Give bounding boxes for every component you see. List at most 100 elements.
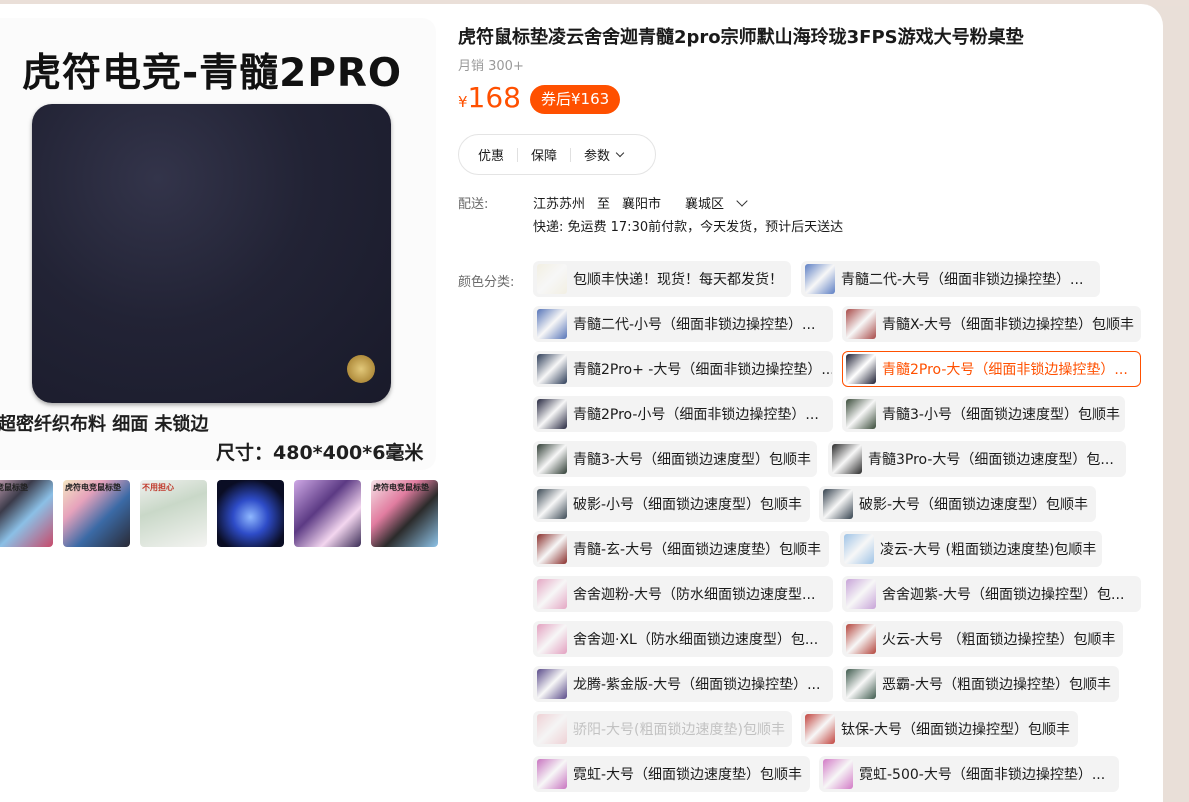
- color-option[interactable]: 青髓3Pro-大号（细面锁边速度型）包...: [828, 441, 1126, 477]
- option-swatch-image: [846, 354, 876, 384]
- color-option[interactable]: 钛保-大号（细面锁边操控型）包顺丰: [801, 711, 1078, 747]
- option-label: 破影-小号（细面锁边速度型）包顺丰: [573, 497, 803, 513]
- option-swatch-image: [537, 579, 567, 609]
- option-label: 破影-大号（细面锁边速度型）包顺丰: [859, 497, 1089, 513]
- color-category-label: 颜色分类:: [458, 275, 515, 290]
- option-swatch-image: [537, 534, 567, 564]
- tab-params[interactable]: 参数: [584, 145, 625, 164]
- monthly-sales: 月销 300+: [458, 59, 524, 74]
- option-label: 龙腾-紫金版-大号（细面锁边操控垫）...: [573, 677, 821, 693]
- tab-discount[interactable]: 优惠: [478, 145, 504, 164]
- option-label: 凌云-大号 (粗面锁边速度垫)包顺丰: [880, 542, 1097, 558]
- ship-to-word: 至: [597, 197, 611, 212]
- option-label: 青髓二代-大号（细面非锁边操控垫）...: [841, 272, 1084, 288]
- option-swatch-image: [846, 399, 876, 429]
- option-label: 钛保-大号（细面锁边操控型）包顺丰: [841, 722, 1071, 738]
- thumbnail-strip: 电竞鼠标垫 虎符电竞鼠标垫 不用担心 虎符电竞鼠标垫: [0, 480, 438, 547]
- option-swatch-image: [846, 624, 876, 654]
- color-option[interactable]: 青髓二代-小号（细面非锁边操控垫）...: [533, 306, 833, 342]
- coupon-price-badge[interactable]: 券后¥163: [530, 85, 621, 114]
- color-option[interactable]: 舍舍迦粉-大号（防水细面锁边速度型...: [533, 576, 833, 612]
- shipping-label: 配送:: [458, 197, 489, 212]
- option-label: 青髓-玄-大号（细面锁边速度垫）包顺丰: [573, 542, 822, 558]
- mousepad-picture: [32, 104, 391, 403]
- color-option[interactable]: 凌云-大号 (粗面锁边速度垫)包顺丰: [840, 531, 1102, 567]
- option-label: 包顺丰快递！现货！每天都发货！: [573, 272, 783, 288]
- option-swatch-image: [537, 309, 567, 339]
- color-option[interactable]: 青髓3-小号（细面锁边速度型）包顺丰: [842, 396, 1125, 432]
- image-title: 虎符电竞-青髓2PRO: [22, 51, 403, 96]
- option-label: 舍舍迦·XL（防水细面锁边速度型）包...: [573, 632, 819, 648]
- option-swatch-image: [537, 354, 567, 384]
- option-swatch-image: [805, 264, 835, 294]
- thumbnail[interactable]: 虎符电竞鼠标垫: [63, 480, 130, 547]
- color-option[interactable]: 青髓2Pro-小号（细面非锁边操控垫）...: [533, 396, 833, 432]
- option-label: 青髓2Pro-小号（细面非锁边操控垫）...: [573, 407, 819, 423]
- option-label: 青髓3Pro-大号（细面锁边速度型）包...: [868, 452, 1114, 468]
- thumbnail[interactable]: [294, 480, 361, 547]
- tab-params-label: 参数: [584, 149, 611, 164]
- info-tabs: 优惠 保障 参数: [458, 134, 656, 175]
- color-option[interactable]: 恶霸-大号（粗面锁边操控垫）包顺丰: [842, 666, 1119, 702]
- main-product-image[interactable]: 虎符电竞-青髓2PRO 超密纤织布料 细面 未锁边 尺寸：480*400*6毫米: [0, 18, 436, 470]
- option-label: 霓虹-大号（细面锁边速度垫）包顺丰: [573, 767, 803, 783]
- color-option[interactable]: 青髓2Pro+ -大号（细面非锁边操控垫）...: [533, 351, 833, 387]
- option-label: 青髓2Pro-大号（细面非锁边操控垫）...: [882, 362, 1128, 378]
- option-label: 青髓X-大号（细面非锁边操控垫）包顺丰: [882, 317, 1134, 333]
- color-option[interactable]: 霓虹-大号（细面锁边速度垫）包顺丰: [533, 756, 810, 792]
- shipping-address-selector[interactable]: 江苏苏州 至 襄阳市 襄城区: [533, 193, 748, 212]
- option-swatch-image: [844, 534, 874, 564]
- option-swatch-image: [823, 759, 853, 789]
- color-option[interactable]: 包顺丰快递！现货！每天都发货！: [533, 261, 791, 297]
- option-swatch-image: [537, 669, 567, 699]
- color-option[interactable]: 火云-大号 （粗面锁边操控垫）包顺丰: [842, 621, 1123, 657]
- tab-guarantee-label: 保障: [531, 149, 558, 164]
- ship-district: 襄城区: [685, 197, 725, 212]
- thumbnail[interactable]: 不用担心: [140, 480, 207, 547]
- color-option[interactable]: 青髓2Pro-大号（细面非锁边操控垫）...: [842, 351, 1141, 387]
- image-material-text: 超密纤织布料 细面 未锁边: [0, 414, 209, 435]
- option-swatch-image: [537, 264, 567, 294]
- color-option[interactable]: 霓虹-500-大号（细面非锁边操控垫）...: [819, 756, 1119, 792]
- tab-discount-label: 优惠: [478, 149, 505, 164]
- option-label: 舍舍迦紫-大号（细面锁边操控型）包...: [882, 587, 1125, 603]
- color-option[interactable]: 破影-小号（细面锁边速度型）包顺丰: [533, 486, 810, 522]
- chevron-down-icon: [615, 148, 625, 157]
- chevron-down-icon: [736, 194, 748, 207]
- color-option[interactable]: 破影-大号（细面锁边速度型）包顺丰: [819, 486, 1096, 522]
- thumbnail-caption: 虎符电竞鼠标垫: [373, 483, 429, 492]
- option-label: 火云-大号 （粗面锁边操控垫）包顺丰: [882, 632, 1116, 648]
- color-option[interactable]: 青髓X-大号（细面非锁边操控垫）包顺丰: [842, 306, 1141, 342]
- color-option[interactable]: 舍舍迦紫-大号（细面锁边操控型）包...: [842, 576, 1141, 612]
- ship-city: 襄阳市: [622, 197, 662, 212]
- currency-symbol: ¥: [458, 93, 468, 111]
- color-option: 骄阳-大号(粗面锁边速度垫)包顺丰: [533, 711, 792, 747]
- tab-divider: [570, 147, 572, 162]
- thumbnail-caption: 虎符电竞鼠标垫: [65, 483, 121, 492]
- thumbnail-caption: 电竞鼠标垫: [0, 483, 28, 492]
- brand-logo-icon: [347, 355, 375, 383]
- shipping-info: 快递: 免运费 17:30前付款，今天发货，预计后天送达: [533, 220, 844, 235]
- option-label: 霓虹-500-大号（细面非锁边操控垫）...: [859, 767, 1106, 783]
- thumbnail[interactable]: 虎符电竞鼠标垫: [371, 480, 438, 547]
- color-option[interactable]: 青髓3-大号（细面锁边速度型）包顺丰: [533, 441, 817, 477]
- option-label: 青髓二代-小号（细面非锁边操控垫）...: [573, 317, 816, 333]
- option-swatch-image: [846, 309, 876, 339]
- thumbnail[interactable]: [217, 480, 284, 547]
- tab-guarantee[interactable]: 保障: [531, 145, 557, 164]
- color-option[interactable]: 舍舍迦·XL（防水细面锁边速度型）包...: [533, 621, 833, 657]
- color-option[interactable]: 青髓二代-大号（细面非锁边操控垫）...: [801, 261, 1100, 297]
- price: ¥168: [458, 81, 521, 114]
- color-option[interactable]: 青髓-玄-大号（细面锁边速度垫）包顺丰: [533, 531, 829, 567]
- thumbnail-caption: 不用担心: [142, 483, 174, 492]
- option-label: 舍舍迦粉-大号（防水细面锁边速度型...: [573, 587, 816, 603]
- option-swatch-image: [805, 714, 835, 744]
- option-swatch-image: [537, 759, 567, 789]
- option-swatch-image: [823, 489, 853, 519]
- option-label: 青髓2Pro+ -大号（细面非锁边操控垫）...: [573, 362, 833, 378]
- product-title: 虎符鼠标垫凌云舍舍迦青髓2pro宗师默山海玲珑3FPS游戏大号粉桌垫: [458, 27, 1024, 48]
- ship-from: 江苏苏州: [533, 197, 586, 212]
- thumbnail[interactable]: 电竞鼠标垫: [0, 480, 53, 547]
- color-option[interactable]: 龙腾-紫金版-大号（细面锁边操控垫）...: [533, 666, 833, 702]
- option-swatch-image: [537, 399, 567, 429]
